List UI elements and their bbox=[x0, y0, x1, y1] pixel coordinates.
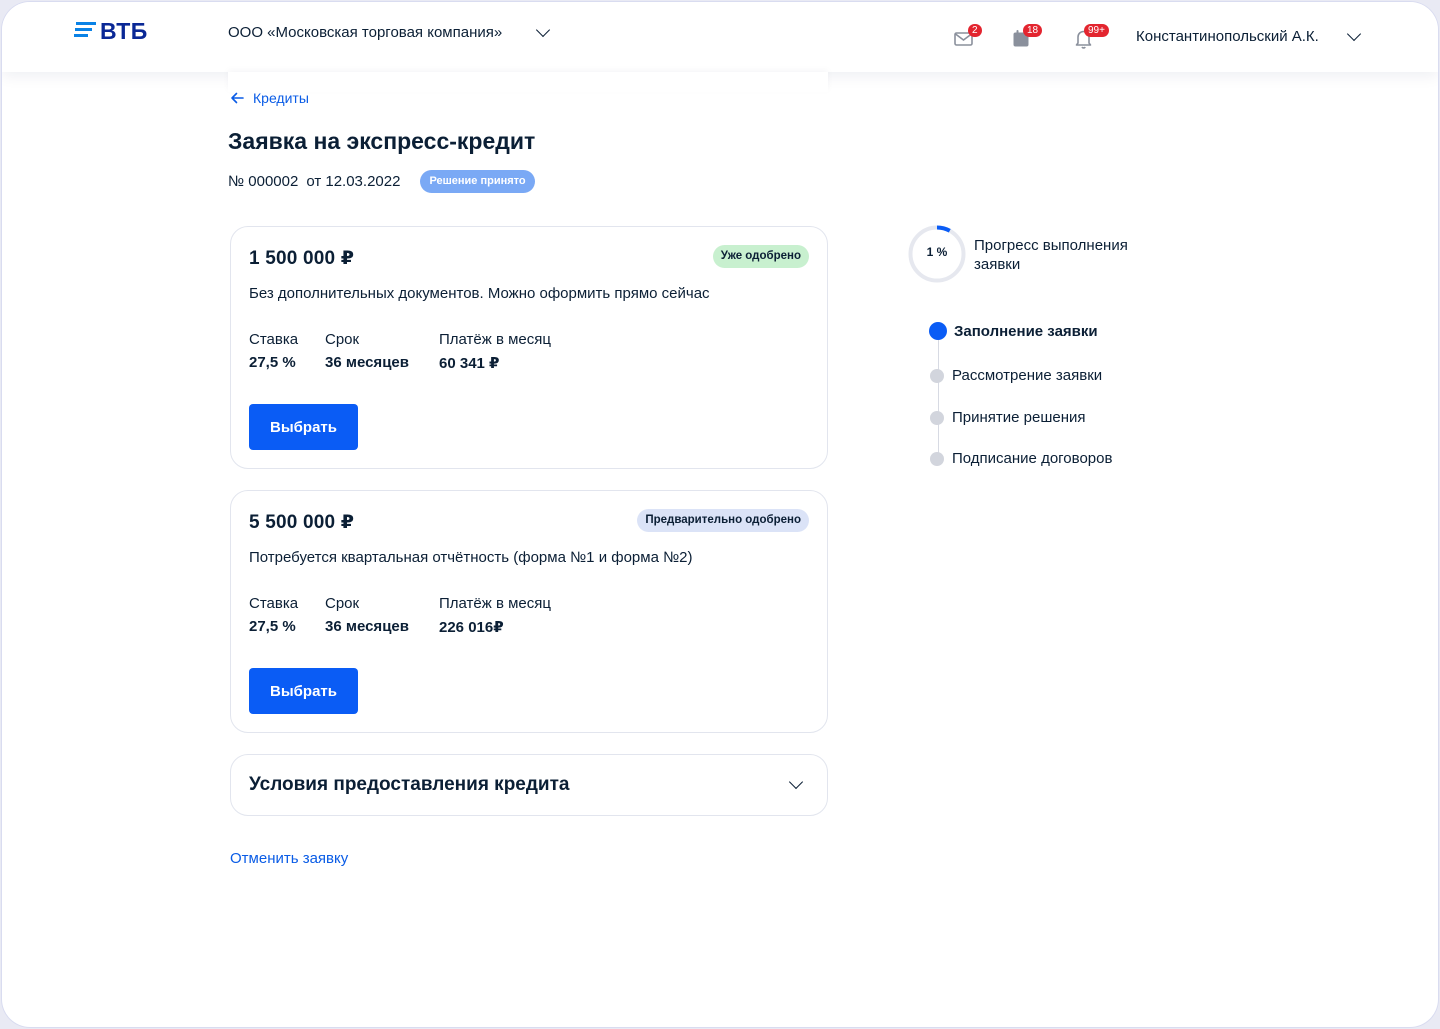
arrow-left-icon bbox=[231, 92, 244, 104]
rate-label: Ставка bbox=[249, 595, 299, 612]
offer-card: 5 500 000 ₽ Предварительно одобрено Потр… bbox=[230, 490, 828, 733]
accordion-title: Условия предоставления кредита bbox=[249, 774, 570, 795]
payment-value: 226 016₽ bbox=[439, 619, 504, 636]
user-name: Константинопольский А.К. bbox=[1136, 28, 1319, 45]
cancel-application-link[interactable]: Отменить заявку bbox=[230, 850, 348, 867]
logo-text: ВТБ bbox=[100, 17, 148, 44]
step-label: Принятие решения bbox=[952, 409, 1086, 426]
step-label: Рассмотрение заявки bbox=[952, 367, 1103, 384]
offer-term: Срок 36 месяцев bbox=[325, 331, 409, 371]
offer-payment: Платёж в месяц 60 341 ₽ bbox=[439, 331, 551, 372]
mail-badge: 2 bbox=[968, 24, 982, 37]
step-dot bbox=[930, 451, 944, 466]
payment-label: Платёж в месяц bbox=[439, 595, 551, 612]
rate-value: 27,5 % bbox=[249, 618, 296, 635]
offer-description: Без дополнительных документов. Можно офо… bbox=[249, 285, 710, 302]
term-value: 36 месяцев bbox=[325, 618, 409, 635]
term-value: 36 месяцев bbox=[325, 354, 409, 371]
application-number: № 000002 bbox=[228, 173, 299, 190]
content-top-strip bbox=[228, 72, 828, 92]
offer-rate: Ставка 27,5 % bbox=[249, 331, 298, 371]
chevron-down-icon bbox=[788, 774, 804, 790]
payment-label: Платёж в месяц bbox=[439, 331, 551, 348]
offer-card: 1 500 000 ₽ Уже одобрено Без дополнитель… bbox=[230, 226, 828, 469]
notifications-button[interactable]: 99+ bbox=[1074, 24, 1109, 50]
breadcrumb-label: Кредиты bbox=[253, 90, 309, 106]
step-fill-application: Заполнение заявки bbox=[929, 322, 1098, 340]
offer-rate: Ставка 27,5 % bbox=[249, 595, 298, 635]
step-dot bbox=[930, 410, 944, 425]
chevron-down-icon bbox=[1346, 26, 1361, 41]
application-meta: № 000002 от 12.03.2022 Решение принято bbox=[228, 170, 535, 193]
step-review-application: Рассмотрение заявки bbox=[930, 367, 1102, 384]
breadcrumb-back-link[interactable]: Кредиты bbox=[230, 90, 309, 106]
page-title: Заявка на экспресс-кредит bbox=[228, 128, 536, 154]
logo-mark-icon bbox=[74, 21, 96, 37]
company-name: ООО «Московская торговая компания» bbox=[228, 24, 503, 41]
step-dot bbox=[929, 322, 947, 340]
choose-offer-button[interactable]: Выбрать bbox=[249, 668, 358, 714]
mail-button[interactable]: 2 bbox=[954, 24, 982, 50]
step-sign-contracts: Подписание договоров bbox=[930, 450, 1112, 467]
vtb-logo[interactable]: ВТБ bbox=[74, 17, 148, 44]
rate-label: Ставка bbox=[249, 331, 299, 348]
steps-connector bbox=[938, 336, 939, 458]
step-label: Заполнение заявки bbox=[954, 322, 1098, 340]
company-selector[interactable]: ООО «Московская торговая компания» bbox=[228, 22, 551, 41]
offer-amount: 5 500 000 ₽ bbox=[249, 512, 355, 533]
offer-description: Потребуется квартальная отчётность (форм… bbox=[249, 549, 693, 566]
offer-amount: 1 500 000 ₽ bbox=[249, 248, 355, 269]
progress-value: 1 % bbox=[926, 245, 948, 259]
step-dot bbox=[930, 368, 944, 383]
application-date: от 12.03.2022 bbox=[306, 173, 401, 190]
offer-term: Срок 36 месяцев bbox=[325, 595, 409, 635]
step-label: Подписание договоров bbox=[952, 450, 1113, 467]
credit-terms-accordion[interactable]: Условия предоставления кредита bbox=[230, 754, 828, 816]
app-window: ВТБ ООО «Московская торговая компания» 2… bbox=[2, 2, 1438, 1027]
calendar-button[interactable]: 18 bbox=[1012, 24, 1043, 50]
chevron-down-icon bbox=[536, 22, 551, 37]
notifications-badge: 99+ bbox=[1084, 24, 1109, 37]
offer-status-tag: Уже одобрено bbox=[712, 245, 809, 268]
top-header: ВТБ ООО «Московская торговая компания» 2… bbox=[2, 2, 1438, 72]
calendar-badge: 18 bbox=[1023, 24, 1043, 37]
term-label: Срок bbox=[325, 595, 360, 612]
progress-title: Прогресс выполнения заявки bbox=[974, 237, 1128, 273]
offer-payment: Платёж в месяц 226 016₽ bbox=[439, 595, 551, 636]
rate-value: 27,5 % bbox=[249, 354, 296, 371]
choose-offer-button[interactable]: Выбрать bbox=[249, 404, 358, 450]
status-badge: Решение принято bbox=[420, 170, 535, 193]
offer-status-tag: Предварительно одобрено bbox=[637, 509, 809, 532]
payment-value: 60 341 ₽ bbox=[439, 355, 500, 372]
user-menu[interactable]: Константинопольский А.К. bbox=[1136, 26, 1361, 45]
term-label: Срок bbox=[325, 331, 360, 348]
step-decision: Принятие решения bbox=[930, 409, 1086, 426]
